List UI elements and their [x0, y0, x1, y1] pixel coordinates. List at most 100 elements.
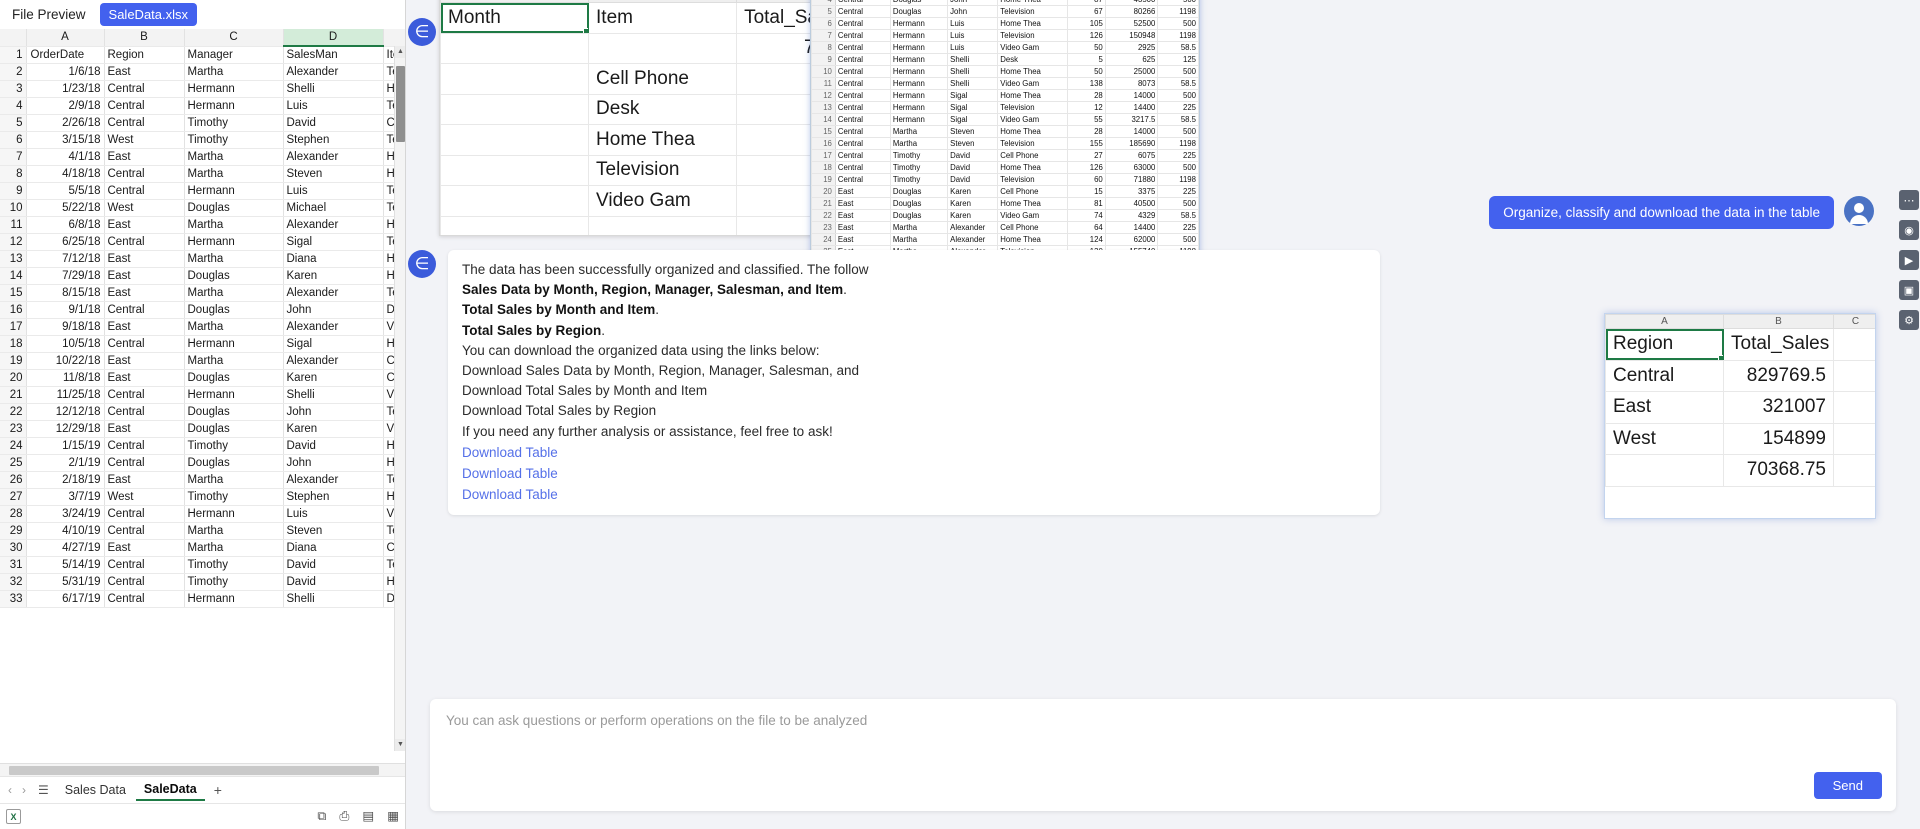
cell-region[interactable]: East	[104, 284, 184, 301]
cell-region[interactable]: Central	[104, 80, 184, 97]
cell-manager[interactable]: Timothy	[890, 174, 947, 186]
cell-sales[interactable]: 6075	[1105, 150, 1158, 162]
cell-salesman[interactable]: Luis	[283, 182, 383, 199]
tab-next-icon[interactable]: ›	[18, 783, 30, 797]
cell-manager[interactable]: Hermann	[184, 182, 283, 199]
cell-salesman[interactable]: Steven	[948, 126, 998, 138]
cell-salesman[interactable]: David	[283, 437, 383, 454]
cell-manager[interactable]: Douglas	[184, 454, 283, 471]
row-number[interactable]: 6	[0, 131, 26, 148]
cell-region[interactable]	[1606, 455, 1724, 487]
cell-region[interactable]: Central	[104, 437, 184, 454]
cell-price[interactable]: 225	[1158, 150, 1199, 162]
cell-salesman[interactable]: Alexander	[283, 284, 383, 301]
cell-manager[interactable]: Timothy	[184, 556, 283, 573]
cell-manager[interactable]: Hermann	[184, 335, 283, 352]
select-all-corner[interactable]	[0, 29, 26, 46]
hscrollbar-thumb[interactable]	[9, 766, 379, 775]
table-row[interactable]: 283/24/19CentralHermannLuisVideo	[0, 505, 405, 522]
cell-item[interactable]: Video Gam	[998, 210, 1067, 222]
cell-price[interactable]: 500	[1158, 66, 1199, 78]
cell-blank[interactable]	[1834, 392, 1877, 424]
cell-units[interactable]: 74	[1067, 210, 1105, 222]
table-row[interactable]: East321007	[1606, 392, 1877, 424]
cell-orderdate[interactable]: 8/15/18	[26, 284, 104, 301]
row-number[interactable]: 16	[812, 138, 836, 150]
cell-salesman[interactable]: Alexander	[283, 471, 383, 488]
cell-salesman[interactable]: David	[948, 162, 998, 174]
row-number[interactable]: 9	[0, 182, 26, 199]
table-row[interactable]: 10CentralHermannShelliHome Thea502500050…	[812, 66, 1199, 78]
cell-salesman[interactable]: David	[283, 556, 383, 573]
table-row[interactable]: 18CentralTimothyDavidHome Thea1266300050…	[812, 162, 1199, 174]
table-row[interactable]: 19CentralTimothyDavidTelevision607188011…	[812, 174, 1199, 186]
cell-item[interactable]: Home Thea	[998, 66, 1067, 78]
table-row[interactable]: 5CentralDouglasJohnTelevision67802661198	[812, 6, 1199, 18]
col-header-b[interactable]: B	[1724, 315, 1834, 329]
table-row[interactable]: 179/18/18EastMarthaAlexanderVideo	[0, 318, 405, 335]
table-row[interactable]: 273/7/19WestTimothyStephenHome	[0, 488, 405, 505]
cell-salesman[interactable]: John	[283, 301, 383, 318]
cell-salesman[interactable]: Karen	[283, 420, 383, 437]
table-row[interactable]: 21/6/18EastMarthaAlexanderTelevi	[0, 63, 405, 80]
table-row[interactable]: 16CentralMarthaStevenTelevision155185690…	[812, 138, 1199, 150]
column-header-d[interactable]: D	[283, 29, 383, 46]
cell-salesman[interactable]: John	[283, 454, 383, 471]
row-number[interactable]: 2	[0, 63, 26, 80]
cell-region[interactable]: Central	[835, 90, 890, 102]
cell-item[interactable]: Home Thea	[589, 125, 737, 156]
cell-region[interactable]: Central	[104, 454, 184, 471]
table-row[interactable]: 23EastMarthaAlexanderCell Phone641440022…	[812, 222, 1199, 234]
composer-placeholder[interactable]: You can ask questions or perform operati…	[446, 713, 1880, 728]
cell-manager[interactable]: Hermann	[890, 42, 947, 54]
cell-manager[interactable]: Hermann	[184, 80, 283, 97]
cell-region[interactable]: Central	[835, 6, 890, 18]
scrollbar-thumb[interactable]	[396, 66, 405, 142]
cell-region[interactable]: West	[104, 199, 184, 216]
cell-manager[interactable]: Douglas	[890, 210, 947, 222]
cell-month[interactable]	[441, 186, 589, 217]
column-header-c[interactable]: C	[184, 29, 283, 46]
cell-month[interactable]	[441, 155, 589, 186]
col-header-c[interactable]: C	[1834, 315, 1877, 329]
cell-manager[interactable]: Hermann	[890, 18, 947, 30]
cell-total-sales[interactable]: 829769.5	[1724, 360, 1834, 392]
cell-month[interactable]	[441, 125, 589, 156]
cell-salesman[interactable]: Alexander	[283, 318, 383, 335]
cell-region[interactable]: Central	[835, 162, 890, 174]
cell-manager[interactable]: Hermann	[890, 30, 947, 42]
row-number[interactable]: 4	[0, 97, 26, 114]
cell-salesman[interactable]: Alexander	[283, 148, 383, 165]
row-number[interactable]: 16	[0, 301, 26, 318]
cell-region[interactable]: Central	[104, 301, 184, 318]
cell-sales[interactable]: 62000	[1105, 234, 1158, 246]
cell-region[interactable]: Central	[835, 150, 890, 162]
cell-item[interactable]: Television	[998, 174, 1067, 186]
cell-manager[interactable]: Martha	[184, 250, 283, 267]
cell-manager[interactable]: Timothy	[184, 573, 283, 590]
table-row[interactable]: 84/18/18CentralMarthaStevenHome	[0, 165, 405, 182]
row-number[interactable]: 7	[0, 148, 26, 165]
cell-manager[interactable]: Hermann	[890, 78, 947, 90]
cell-units[interactable]: 124	[1067, 234, 1105, 246]
row-number[interactable]: 23	[812, 222, 836, 234]
row-number[interactable]: 19	[812, 174, 836, 186]
cell-total-sales[interactable]: 321007	[1724, 392, 1834, 424]
cell-salesman[interactable]: Diana	[283, 250, 383, 267]
cell-salesman[interactable]: Michael	[283, 199, 383, 216]
cell-manager[interactable]: Douglas	[184, 267, 283, 284]
cell-item[interactable]: Home Thea	[998, 162, 1067, 174]
table-row[interactable]: 2312/29/18EastDouglasKarenVideo	[0, 420, 405, 437]
spreadsheet-grid[interactable]: A B C D 1 OrderDate Region Manager Sales…	[0, 29, 405, 763]
cell-orderdate[interactable]: 12/29/18	[26, 420, 104, 437]
cell-salesman[interactable]: Luis	[283, 505, 383, 522]
cell-salesman[interactable]: John	[283, 403, 383, 420]
cell-region[interactable]: Central	[104, 522, 184, 539]
cell-item[interactable]: Home Thea	[998, 234, 1067, 246]
cell-salesman[interactable]: David	[283, 114, 383, 131]
cell-total-sales[interactable]: 70368.75	[1724, 455, 1834, 487]
cell-region[interactable]: East	[104, 369, 184, 386]
cell-price[interactable]: 58.5	[1158, 78, 1199, 90]
table-row[interactable]: West154899	[1606, 423, 1877, 455]
cell-sales[interactable]: 3375	[1105, 186, 1158, 198]
